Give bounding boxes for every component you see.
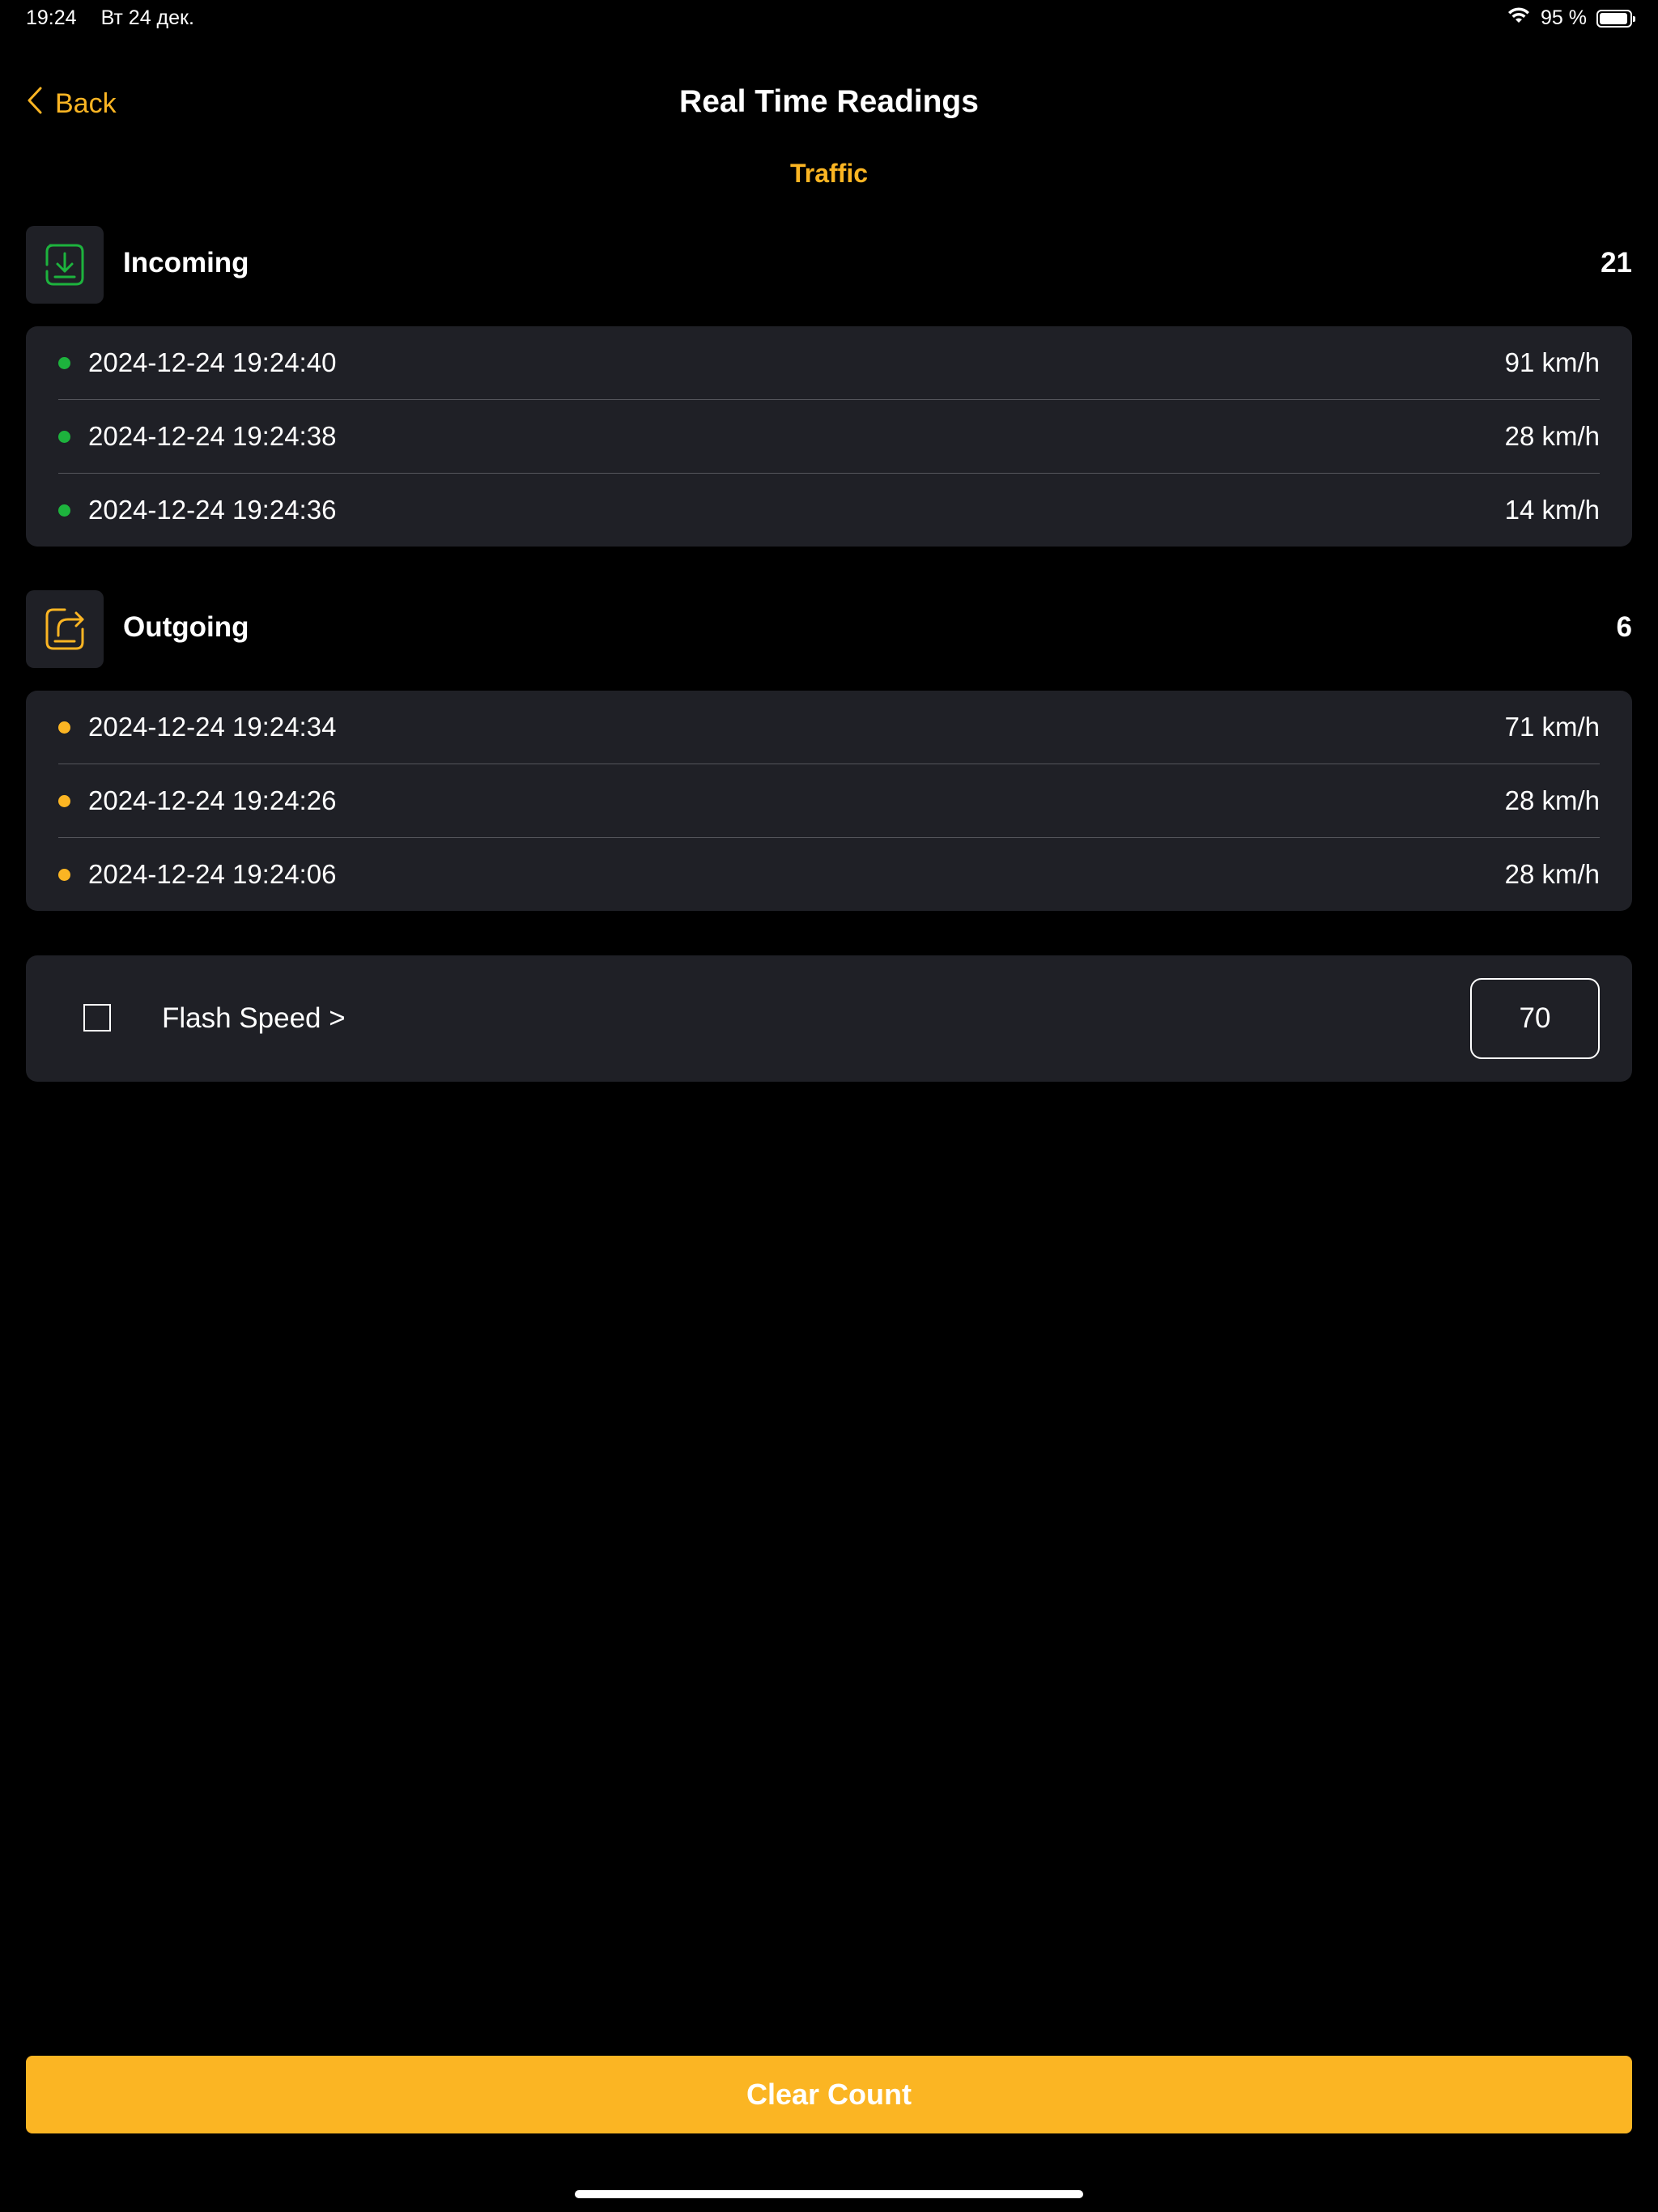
flash-speed-label: Flash Speed > (162, 1002, 346, 1034)
status-dot (58, 430, 70, 443)
home-indicator[interactable] (575, 2190, 1083, 2198)
reading-speed: 71 km/h (1504, 712, 1600, 742)
download-tray-icon (26, 226, 104, 304)
battery-percent: 95 % (1541, 6, 1587, 29)
status-dot (58, 794, 70, 807)
share-tray-icon (26, 590, 104, 668)
reading-speed: 28 km/h (1504, 785, 1600, 815)
incoming-title: Incoming (123, 247, 249, 279)
list-item: 2024-12-24 19:24:36 14 km/h (58, 474, 1600, 547)
list-item: 2024-12-24 19:24:26 28 km/h (58, 764, 1600, 838)
status-left: 19:24 Вт 24 дек. (26, 6, 194, 30)
list-item: 2024-12-24 19:24:38 28 km/h (58, 400, 1600, 474)
status-dot (58, 356, 70, 369)
incoming-list: 2024-12-24 19:24:40 91 km/h 2024-12-24 1… (26, 326, 1632, 547)
reading-time: 2024-12-24 19:24:06 (88, 859, 337, 889)
list-item: 2024-12-24 19:24:06 28 km/h (58, 838, 1600, 911)
status-dot (58, 721, 70, 734)
status-bar: 19:24 Вт 24 дек. 95 % (0, 0, 1658, 39)
page-title: Real Time Readings (679, 84, 979, 119)
flash-speed-checkbox[interactable] (83, 1004, 111, 1032)
reading-time: 2024-12-24 19:24:40 (88, 347, 337, 377)
list-item: 2024-12-24 19:24:40 91 km/h (58, 326, 1600, 400)
reading-speed: 14 km/h (1504, 495, 1600, 525)
status-date: Вт 24 дек. (100, 6, 194, 29)
reading-time: 2024-12-24 19:24:38 (88, 421, 337, 451)
flash-speed-card: Flash Speed > (26, 955, 1632, 1082)
section-heading-traffic: Traffic (789, 159, 869, 188)
status-dot (58, 504, 70, 517)
outgoing-header: Outgoing 6 (26, 590, 1632, 668)
reading-speed: 28 km/h (1504, 859, 1600, 889)
status-right: 95 % (1507, 6, 1635, 30)
status-time: 19:24 (26, 6, 77, 29)
flash-speed-input[interactable] (1470, 978, 1600, 1059)
reading-time: 2024-12-24 19:24:34 (88, 712, 337, 742)
list-item: 2024-12-24 19:24:34 71 km/h (58, 691, 1600, 764)
incoming-header: Incoming 21 (26, 226, 1632, 304)
battery-icon (1596, 9, 1635, 28)
wifi-icon (1507, 6, 1531, 30)
reading-speed: 91 km/h (1504, 347, 1600, 377)
clear-count-button[interactable]: Clear Count (26, 2056, 1632, 2133)
outgoing-title: Outgoing (123, 611, 249, 643)
outgoing-count: 6 (1616, 611, 1632, 643)
status-dot (58, 868, 70, 881)
reading-speed: 28 km/h (1504, 421, 1600, 451)
outgoing-list: 2024-12-24 19:24:34 71 km/h 2024-12-24 1… (26, 691, 1632, 911)
battery-fill (1600, 12, 1628, 24)
navigation-bar: Back Real Time Readings (0, 78, 1658, 131)
incoming-count: 21 (1601, 247, 1632, 279)
reading-time: 2024-12-24 19:24:36 (88, 495, 337, 525)
reading-time: 2024-12-24 19:24:26 (88, 785, 337, 815)
